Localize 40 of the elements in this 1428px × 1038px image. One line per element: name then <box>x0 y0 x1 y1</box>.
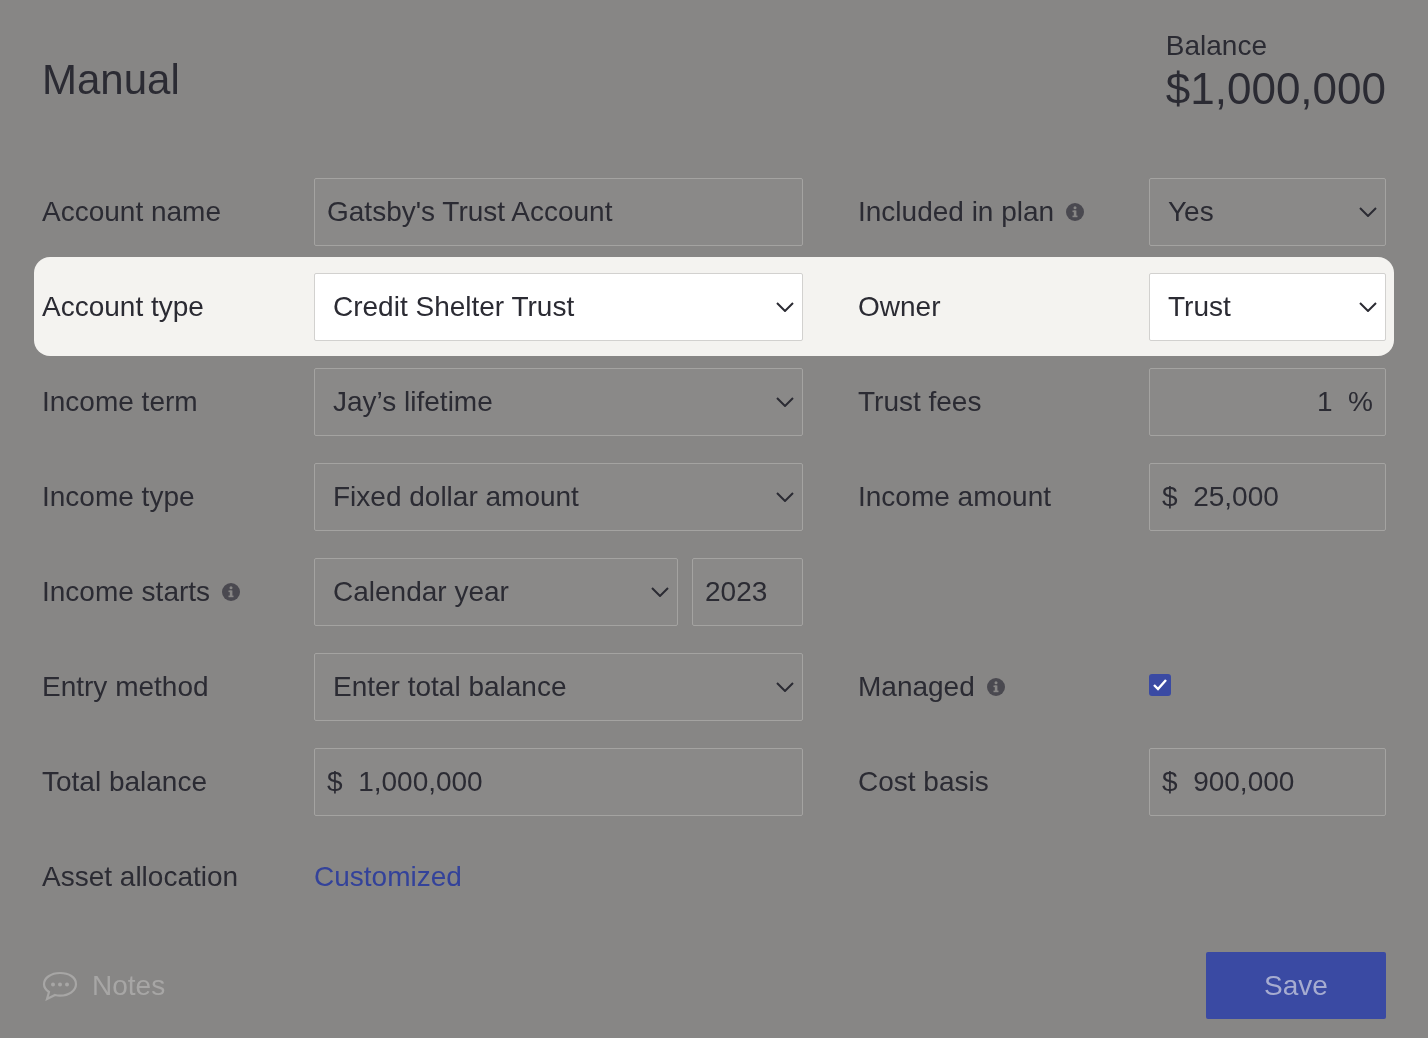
field-label: Income term <box>42 385 198 418</box>
chevron-down-icon <box>776 491 794 502</box>
select-field[interactable]: Jay’s lifetime <box>314 367 803 436</box>
select-field[interactable]: Enter total balance <box>314 652 803 721</box>
currency-field[interactable]: $ 25,000 <box>1149 462 1386 531</box>
select-field[interactable]: Credit Shelter Trust <box>314 272 803 341</box>
save-button[interactable]: Save <box>1206 952 1386 1019</box>
select-field[interactable]: Trust <box>1149 272 1386 341</box>
field-label: Owner <box>858 290 941 323</box>
currency-field[interactable]: $ 900,000 <box>1149 747 1386 816</box>
balance-label: Balance <box>1165 30 1267 62</box>
field-label: Included in plan <box>858 195 1055 228</box>
chevron-down-icon <box>1359 301 1377 312</box>
field-label: Income starts <box>42 575 211 608</box>
field-label: Cost basis <box>858 765 989 798</box>
chevron-down-icon <box>776 301 794 312</box>
field-label: Asset allocation <box>42 860 239 893</box>
currency-field[interactable]: $ 1,000,000 <box>314 747 803 816</box>
select-field[interactable]: Yes <box>1149 177 1386 246</box>
field-label: Trust fees <box>858 385 982 418</box>
field-label: Total balance <box>42 765 207 798</box>
field-label: Income type <box>42 480 195 513</box>
balance-value: $1,000,000 <box>1165 64 1386 114</box>
field-label: Account type <box>42 290 204 323</box>
chevron-down-icon <box>776 396 794 407</box>
year-field[interactable]: 2023 <box>692 557 803 626</box>
checkbox[interactable] <box>1149 673 1171 696</box>
chevron-down-icon <box>1359 206 1377 217</box>
select-field[interactable]: Fixed dollar amount <box>314 462 803 531</box>
chevron-down-icon <box>776 681 794 692</box>
field-label: Entry method <box>42 670 209 703</box>
field-label: Account name <box>42 195 221 228</box>
field-label: Managed <box>858 670 975 703</box>
field-label: Income amount <box>858 480 1051 513</box>
customized-link[interactable]: Customized <box>314 860 462 893</box>
percent-field[interactable]: 1 % <box>1149 367 1386 436</box>
text-field[interactable]: Gatsby's Trust Account <box>314 177 803 246</box>
select-field[interactable]: Calendar year <box>314 557 678 626</box>
page-title: Manual <box>42 56 180 104</box>
chevron-down-icon <box>651 586 669 597</box>
